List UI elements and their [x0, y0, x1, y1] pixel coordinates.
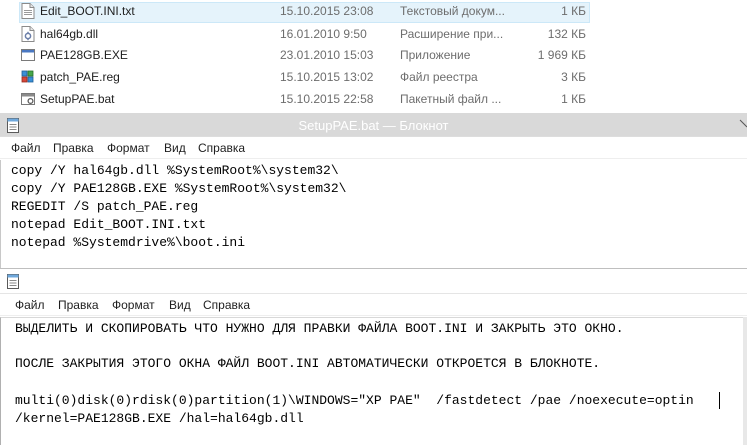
text-line: REGEDIT /S patch_PAE.reg	[11, 199, 199, 214]
bat-file-icon	[21, 93, 35, 105]
notepad-window-setuppae[interactable]: SetupPAE.bat — Блокнот Файл Правка Форма…	[0, 113, 747, 271]
file-size: 132 КБ	[547, 27, 586, 41]
file-size: 1 969 КБ	[537, 48, 586, 62]
file-row-pae128gb-exe[interactable]: PAE128GB.EXE 23.01.2010 15:03 Приложение…	[0, 44, 747, 65]
text-line: copy /Y hal64gb.dll %SystemRoot%\system3…	[11, 163, 339, 178]
text-line: /kernel=PAE128GB.EXE /hal=hal64gb.dll	[15, 411, 304, 426]
menu-format[interactable]: Формат	[107, 141, 150, 155]
text-line: notepad Edit_BOOT.INI.txt	[11, 217, 207, 232]
text-editor[interactable]: ВЫДЕЛИТЬ И СКОПИРОВАТЬ ЧТО НУЖНО ДЛЯ ПРА…	[0, 317, 747, 445]
exe-file-icon	[21, 49, 35, 61]
file-date: 15.10.2015 22:58	[280, 92, 374, 106]
file-date: 15.10.2015 23:08	[280, 4, 374, 18]
file-type: Пакетный файл ...	[400, 92, 502, 106]
file-type: Текстовый докум...	[400, 4, 505, 18]
title-bar[interactable]: SetupPAE.bat — Блокнот	[0, 113, 747, 137]
text-line: multi(0)disk(0)rdisk(0)partition(1)\WIND…	[15, 393, 694, 408]
file-size: 3 КБ	[561, 70, 586, 84]
text-line: copy /Y PAE128GB.EXE %SystemRoot%\system…	[11, 181, 347, 196]
menu-edit[interactable]: Правка	[58, 298, 99, 312]
menu-file[interactable]: Файл	[15, 298, 45, 312]
menu-edit[interactable]: Правка	[53, 141, 94, 155]
file-name: hal64gb.dll	[40, 27, 99, 41]
menu-view[interactable]: Вид	[169, 298, 191, 312]
file-name: Edit_BOOT.INI.txt	[40, 4, 135, 18]
title-bar[interactable]	[0, 269, 747, 294]
menu-bar: Файл Правка Формат Вид Справка	[0, 294, 747, 316]
menu-help[interactable]: Справка	[198, 141, 245, 155]
file-size: 1 КБ	[561, 4, 586, 18]
file-row-setuppae-bat[interactable]: SetupPAE.bat 15.10.2015 22:58 Пакетный ф…	[0, 88, 747, 109]
menu-view[interactable]: Вид	[164, 141, 186, 155]
text-line: ПОСЛЕ ЗАКРЫТИЯ ЭТОГО ОКНА ФАЙЛ BOOT.INI …	[15, 356, 601, 371]
menu-bar: Файл Правка Формат Вид Справка	[0, 137, 747, 159]
notepad-window-instructions[interactable]: Файл Правка Формат Вид Справка ВЫДЕЛИТЬ …	[0, 268, 747, 445]
file-date: 15.10.2015 13:02	[280, 70, 374, 84]
file-date: 16.01.2010 9:50	[280, 27, 367, 41]
file-row-hal64gb-dll[interactable]: hal64gb.dll 16.01.2010 9:50 Расширение п…	[0, 23, 747, 44]
file-date: 23.01.2010 15:03	[280, 48, 374, 62]
text-editor[interactable]: copy /Y hal64gb.dll %SystemRoot%\system3…	[0, 160, 747, 270]
file-size: 1 КБ	[561, 92, 586, 106]
vertical-scrollbar[interactable]	[743, 317, 747, 445]
reg-file-icon	[21, 70, 34, 83]
file-row-patch-pae-reg[interactable]: patch_PAE.reg 15.10.2015 13:02 Файл реес…	[0, 66, 747, 87]
menu-file[interactable]: Файл	[11, 141, 41, 155]
text-line: notepad %Systemdrive%\boot.ini	[11, 235, 246, 250]
file-row-edit-boot-ini[interactable]: Edit_BOOT.INI.txt 15.10.2015 23:08 Текст…	[0, 0, 747, 23]
file-name: SetupPAE.bat	[40, 92, 115, 106]
close-icon[interactable]	[737, 113, 747, 137]
text-file-icon	[21, 3, 35, 19]
file-type: Приложение	[400, 48, 471, 62]
file-type: Файл реестра	[400, 70, 478, 84]
window-title: SetupPAE.bat — Блокнот	[298, 118, 449, 133]
file-name: patch_PAE.reg	[40, 70, 120, 84]
text-caret	[719, 392, 720, 409]
text-line: ВЫДЕЛИТЬ И СКОПИРОВАТЬ ЧТО НУЖНО ДЛЯ ПРА…	[15, 321, 624, 336]
menu-help[interactable]: Справка	[203, 298, 250, 312]
notepad-icon	[7, 274, 19, 289]
explorer-file-list: Edit_BOOT.INI.txt 15.10.2015 23:08 Текст…	[0, 0, 747, 112]
file-type: Расширение при...	[400, 27, 504, 41]
file-name: PAE128GB.EXE	[40, 48, 128, 62]
dll-file-icon	[21, 26, 35, 42]
menu-format[interactable]: Формат	[112, 298, 155, 312]
